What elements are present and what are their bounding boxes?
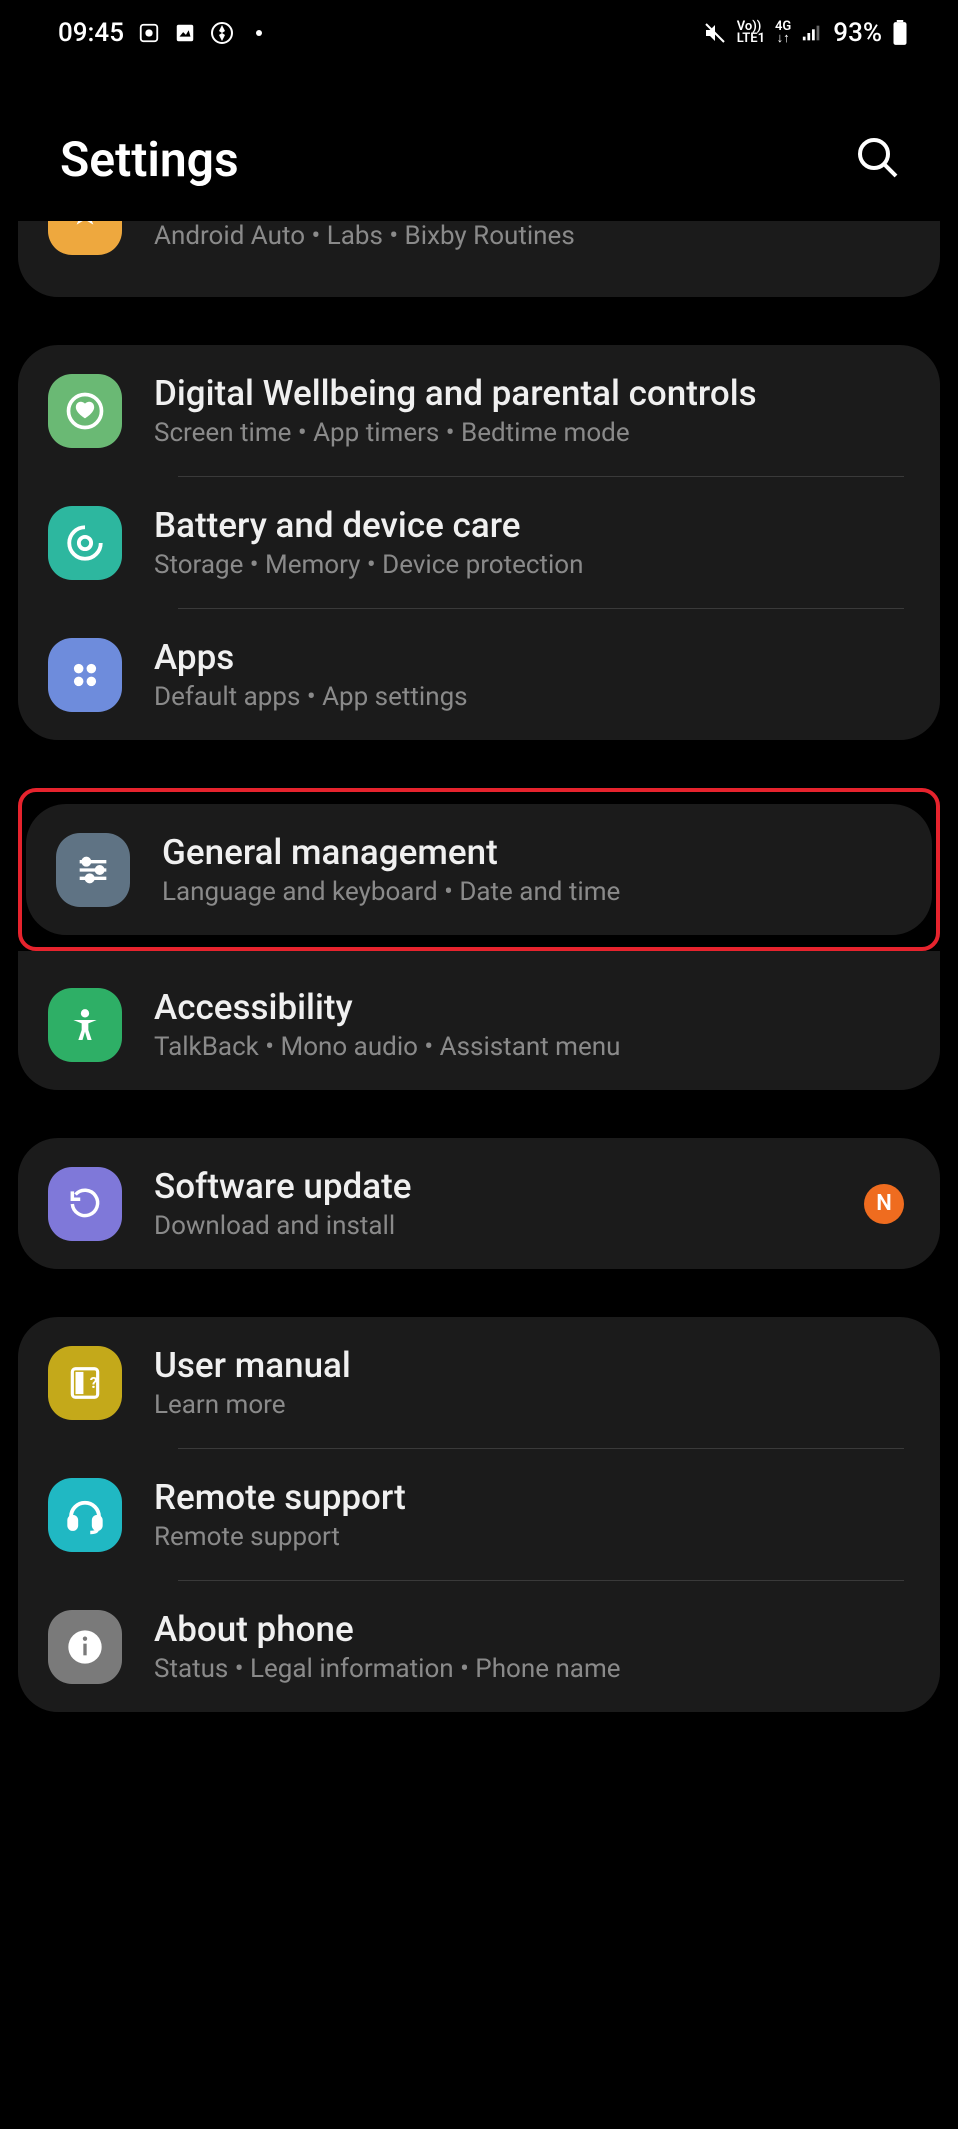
settings-item-user-manual[interactable]: ? User manual Learn more bbox=[18, 1317, 940, 1448]
item-text: General management Language and keyboard… bbox=[162, 832, 896, 907]
status-time: 09:45 bbox=[58, 18, 124, 48]
item-text: Digital Wellbeing and parental controls … bbox=[154, 373, 904, 448]
apps-icon bbox=[48, 638, 122, 712]
settings-group-accessibility: Accessibility TalkBack • Mono audio • As… bbox=[18, 951, 940, 1090]
battery-percent: 93% bbox=[833, 18, 882, 48]
item-text: Remote support Remote support bbox=[154, 1477, 904, 1552]
settings-item-digital-wellbeing[interactable]: Digital Wellbeing and parental controls … bbox=[18, 345, 940, 476]
item-text: Software update Download and install bbox=[154, 1166, 864, 1241]
item-text: User manual Learn more bbox=[154, 1345, 904, 1420]
status-left: 09:45 bbox=[58, 18, 262, 48]
notif-icon-3 bbox=[210, 21, 234, 45]
settings-item-apps[interactable]: Apps Default apps • App settings bbox=[18, 609, 940, 740]
wellbeing-icon bbox=[48, 374, 122, 448]
device-care-icon bbox=[48, 506, 122, 580]
page-title: Settings bbox=[60, 131, 239, 188]
about-phone-icon bbox=[48, 1610, 122, 1684]
user-manual-icon: ? bbox=[48, 1346, 122, 1420]
settings-group-support: ? User manual Learn more Remote support … bbox=[18, 1317, 940, 1712]
accessibility-icon bbox=[48, 988, 122, 1062]
software-update-icon bbox=[48, 1167, 122, 1241]
settings-group-advanced: Android Auto • Labs • Bixby Routines bbox=[18, 221, 940, 297]
settings-item-remote-support[interactable]: Remote support Remote support bbox=[18, 1449, 940, 1580]
status-bar: 09:45 Vo)) LTE1 4G ↓↑ 93% bbox=[0, 0, 958, 66]
remote-support-icon bbox=[48, 1478, 122, 1552]
settings-item-advanced-features[interactable]: Android Auto • Labs • Bixby Routines bbox=[18, 221, 940, 297]
advanced-features-icon bbox=[48, 221, 122, 255]
settings-item-battery-device-care[interactable]: Battery and device care Storage • Memory… bbox=[18, 477, 940, 608]
status-right: Vo)) LTE1 4G ↓↑ 93% bbox=[703, 18, 908, 48]
settings-header: Settings bbox=[0, 66, 958, 233]
settings-group-update: Software update Download and install N bbox=[18, 1138, 940, 1269]
item-text: Battery and device care Storage • Memory… bbox=[154, 505, 904, 580]
general-management-icon bbox=[56, 833, 130, 907]
search-button[interactable] bbox=[846, 126, 910, 193]
item-text: Apps Default apps • App settings bbox=[154, 637, 904, 712]
item-text: Android Auto • Labs • Bixby Routines bbox=[154, 221, 904, 251]
search-icon bbox=[854, 134, 902, 182]
battery-icon bbox=[892, 20, 908, 46]
mute-icon bbox=[703, 21, 727, 45]
notif-icon-1 bbox=[138, 22, 160, 44]
settings-item-software-update[interactable]: Software update Download and install N bbox=[18, 1138, 940, 1269]
settings-group-general-highlighted: General management Language and keyboard… bbox=[18, 788, 940, 951]
data-indicator: 4G ↓↑ bbox=[775, 21, 791, 44]
volte-indicator: Vo)) LTE1 bbox=[737, 21, 765, 44]
settings-item-about-phone[interactable]: About phone Status • Legal information •… bbox=[18, 1581, 940, 1712]
svg-text:?: ? bbox=[90, 1372, 98, 1391]
signal-icon bbox=[801, 22, 823, 44]
notif-more-dot bbox=[256, 30, 262, 36]
update-notification-badge: N bbox=[864, 1184, 904, 1224]
settings-item-accessibility[interactable]: Accessibility TalkBack • Mono audio • As… bbox=[18, 959, 940, 1090]
settings-group-device: Digital Wellbeing and parental controls … bbox=[18, 345, 940, 740]
settings-item-general-management[interactable]: General management Language and keyboard… bbox=[26, 804, 932, 935]
notif-icon-2 bbox=[174, 22, 196, 44]
item-text: Accessibility TalkBack • Mono audio • As… bbox=[154, 987, 904, 1062]
item-text: About phone Status • Legal information •… bbox=[154, 1609, 904, 1684]
